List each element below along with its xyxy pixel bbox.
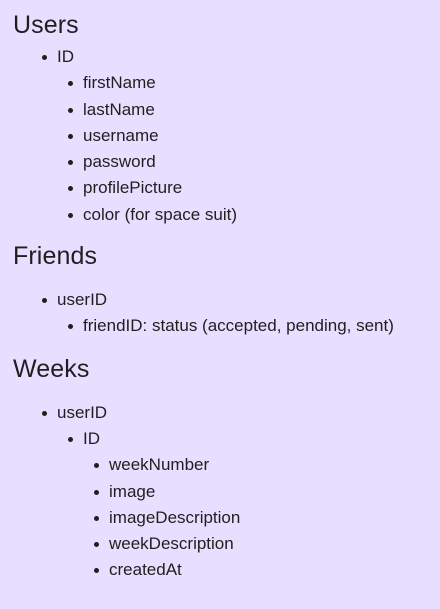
weeks-id-list: ID weekNumber image imageDescription wee… xyxy=(57,426,440,584)
friends-fields-list: friendID: status (accepted, pending, sen… xyxy=(57,313,440,339)
list-item: userID friendID: status (accepted, pendi… xyxy=(42,287,440,340)
weeks-list: userID ID weekNumber image imageDescript… xyxy=(13,400,440,584)
users-list: ID firstName lastName username password … xyxy=(13,44,440,228)
list-item: ID firstName lastName username password … xyxy=(42,44,440,228)
list-item: ID weekNumber image imageDescription wee… xyxy=(68,426,440,584)
list-item-label: userID xyxy=(57,402,108,422)
list-item: friendID: status (accepted, pending, sen… xyxy=(68,313,440,339)
list-item: weekNumber xyxy=(94,452,440,478)
list-item: lastName xyxy=(68,97,440,123)
section-heading-weeks: Weeks xyxy=(13,354,90,383)
weeks-fields-list: weekNumber image imageDescription weekDe… xyxy=(83,452,440,583)
list-item: imageDescription xyxy=(94,505,440,531)
list-item: color (for space suit) xyxy=(68,202,440,228)
list-item: weekDescription xyxy=(94,531,440,557)
section-heading-users: Users xyxy=(13,11,79,39)
list-item: password xyxy=(68,149,440,175)
list-item: firstName xyxy=(68,70,440,96)
list-item-label: ID xyxy=(57,47,74,66)
list-item-label: userID xyxy=(57,290,108,310)
list-item: profilePicture xyxy=(68,175,440,201)
list-item: createdAt xyxy=(94,557,440,583)
section-heading-friends: Friends xyxy=(13,242,98,271)
users-fields-list: firstName lastName username password pro… xyxy=(57,70,440,228)
list-item: image xyxy=(94,479,440,505)
list-item: userID ID weekNumber image imageDescript… xyxy=(42,400,440,584)
friends-list: userID friendID: status (accepted, pendi… xyxy=(13,287,440,340)
list-item: username xyxy=(68,123,440,149)
document: Users ID firstName lastName username pas… xyxy=(13,10,440,584)
list-item-label: ID xyxy=(83,428,100,448)
